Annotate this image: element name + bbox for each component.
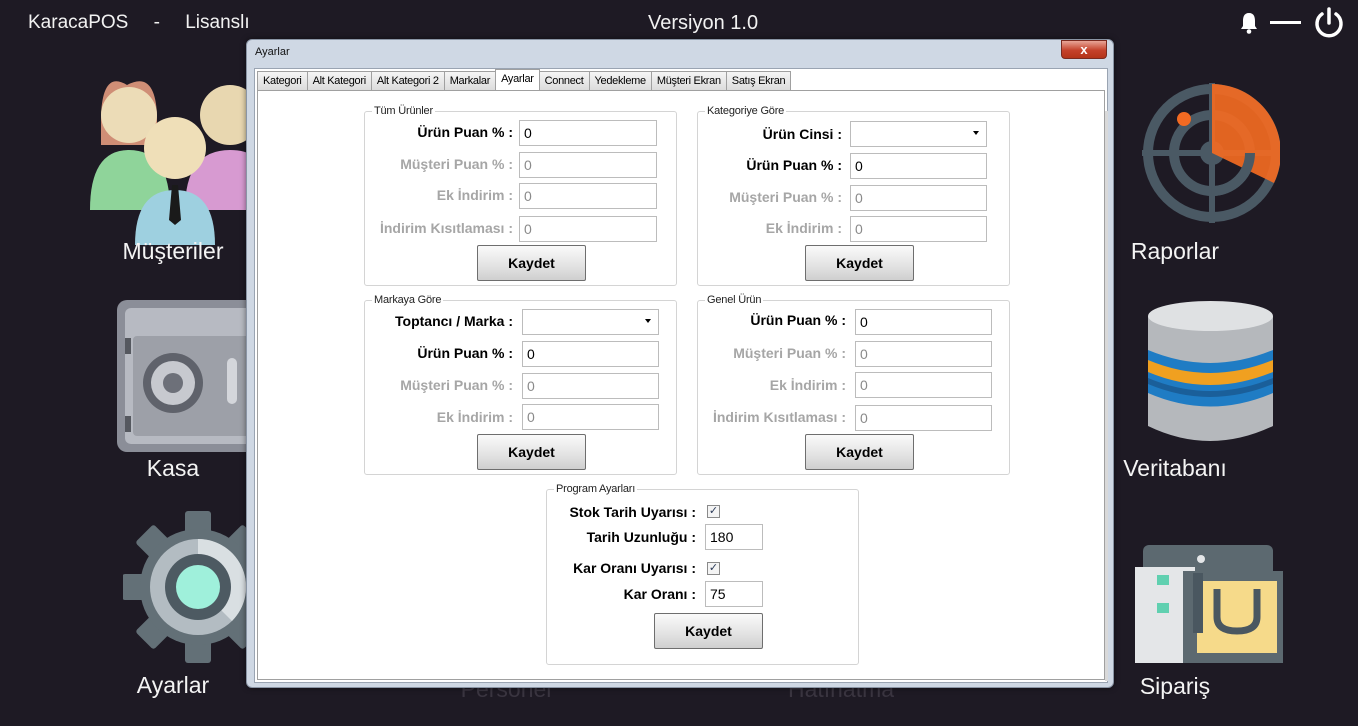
ayarlar-tab-page: Tüm Ürünler Ürün Puan % : 0 Müşteri Puan… (257, 90, 1108, 681)
ek-indirim-input[interactable]: 0 (850, 216, 987, 242)
group-markaya-gore: Markaya Göre Toptancı / Marka : Ürün Pua… (364, 294, 677, 475)
tab-alt-kategori[interactable]: Alt Kategori (306, 71, 372, 90)
window-controls (1238, 6, 1346, 45)
ek-indirim-label: Ek İndirim : (436, 187, 513, 203)
musteri-puan-label: Müşteri Puan % : (400, 377, 513, 393)
ek-indirim-label: Ek İndirim : (436, 409, 513, 425)
ek-indirim-input[interactable]: 0 (855, 372, 992, 398)
indirim-kisitlamasi-input[interactable]: 0 (855, 405, 992, 431)
settings-dialog: Ayarlar x Kategori Alt Kategori Alt Kate… (246, 39, 1114, 688)
group-title: Program Ayarları (554, 483, 638, 495)
stok-tarih-uyarisi-label: Stok Tarih Uyarısı : (569, 504, 696, 520)
musteri-puan-label: Müşteri Puan % : (400, 156, 513, 172)
tarih-uzunlugu-input[interactable]: 180 (705, 524, 763, 550)
toptanci-marka-select[interactable] (522, 309, 659, 335)
customers-icon (90, 81, 275, 245)
urun-puan-input[interactable]: 0 (855, 309, 992, 335)
ek-indirim-label: Ek İndirim : (765, 220, 842, 236)
urun-puan-input[interactable]: 0 (522, 341, 659, 367)
ek-indirim-input[interactable]: 0 (519, 183, 657, 209)
database-tile[interactable] (1110, 298, 1310, 448)
scroll-strip (1105, 111, 1108, 681)
tab-satis-ekran[interactable]: Satış Ekran (725, 71, 792, 90)
clipboard-icon (1135, 545, 1283, 663)
group-tum-urunler: Tüm Ürünler Ürün Puan % : 0 Müşteri Puan… (364, 105, 677, 286)
tab-yedekleme[interactable]: Yedekleme (588, 71, 652, 90)
check-icon: ✓ (708, 505, 719, 517)
tab-strip: Kategori Alt Kategori Alt Kategori 2 Mar… (257, 69, 792, 91)
urun-puan-input[interactable]: 0 (519, 120, 657, 146)
kar-orani-input[interactable]: 75 (705, 581, 763, 607)
stok-tarih-uyarisi-checkbox[interactable]: ✓ (707, 505, 720, 518)
kar-orani-label: Kar Oranı : (623, 586, 696, 602)
tarih-uzunlugu-label: Tarih Uzunluğu : (586, 529, 696, 545)
group-title: Markaya Göre (372, 294, 444, 306)
power-icon[interactable] (1312, 6, 1346, 45)
close-icon: x (1080, 42, 1088, 57)
version-label: Versiyon 1.0 (648, 12, 759, 34)
group-title: Genel Ürün (705, 294, 764, 306)
bell-icon[interactable] (1238, 10, 1260, 41)
urun-puan-label: Ürün Puan % : (750, 312, 846, 328)
urun-puan-label: Ürün Puan % : (417, 345, 513, 361)
musteri-puan-input[interactable]: 0 (522, 373, 659, 399)
customers-label: Müşteriler (122, 238, 224, 264)
group-program-ayarlari: Program Ayarları Stok Tarih Uyarısı : ✓ … (546, 483, 859, 665)
group-kategoriye-gore: Kategoriye Göre Ürün Cinsi : Ürün Puan %… (697, 105, 1010, 286)
indirim-kisitlamasi-label: İndirim Kısıtlaması : (379, 220, 513, 236)
kar-orani-uyarisi-label: Kar Oranı Uyarısı : (573, 560, 696, 576)
indirim-kisitlamasi-label: İndirim Kısıtlaması : (712, 409, 846, 425)
save-button[interactable]: Kaydet (477, 245, 586, 281)
indirim-kisitlamasi-input[interactable]: 0 (519, 216, 657, 242)
save-button[interactable]: Kaydet (654, 613, 763, 649)
dialog-title: Ayarlar (255, 46, 290, 58)
ek-indirim-label: Ek İndirim : (769, 377, 846, 393)
database-icon (1147, 301, 1273, 441)
settings-label: Ayarlar (136, 672, 210, 698)
musteri-puan-input[interactable]: 0 (855, 341, 992, 367)
urun-puan-label: Ürün Puan % : (746, 157, 842, 173)
minimize-icon[interactable] (1270, 10, 1302, 41)
order-tile[interactable] (1110, 545, 1310, 665)
customers-tile[interactable] (75, 75, 275, 245)
toptanci-marka-label: Toptancı / Marka : (395, 313, 513, 329)
urun-cinsi-label: Ürün Cinsi : (762, 126, 842, 142)
dialog-body: Kategori Alt Kategori Alt Kategori 2 Mar… (254, 68, 1108, 683)
urun-cinsi-select[interactable] (850, 121, 987, 147)
check-icon: ✓ (708, 562, 719, 574)
reports-tile[interactable] (1110, 80, 1310, 230)
chevron-down-icon (973, 131, 979, 135)
urun-puan-label: Ürün Puan % : (417, 124, 513, 140)
musteri-puan-label: Müşteri Puan % : (729, 189, 842, 205)
save-button[interactable]: Kaydet (805, 245, 914, 281)
musteri-puan-input[interactable]: 0 (850, 185, 987, 211)
tab-kategori[interactable]: Kategori (257, 71, 308, 90)
kar-orani-uyarisi-checkbox[interactable]: ✓ (707, 562, 720, 575)
cash-label: Kasa (146, 455, 200, 481)
app-name: KaracaPOS (28, 12, 129, 33)
chevron-down-icon (645, 319, 651, 323)
group-genel-urun: Genel Ürün Ürün Puan % : 0 Müşteri Puan … (697, 294, 1010, 475)
tab-markalar[interactable]: Markalar (443, 71, 497, 90)
group-title: Kategoriye Göre (705, 105, 787, 117)
musteri-puan-input[interactable]: 0 (519, 152, 657, 178)
license-status: Lisanslı (185, 12, 250, 33)
tab-musteri-ekran[interactable]: Müşteri Ekran (650, 71, 727, 90)
radar-icon (1142, 83, 1282, 223)
tab-connect[interactable]: Connect (538, 71, 590, 90)
urun-puan-input[interactable]: 0 (850, 153, 987, 179)
group-title: Tüm Ürünler (372, 105, 435, 117)
musteri-puan-label: Müşteri Puan % : (733, 345, 846, 361)
app-title-bar: KaracaPOS - Lisanslı (28, 12, 270, 34)
ek-indirim-input[interactable]: 0 (522, 404, 659, 430)
save-button[interactable]: Kaydet (477, 434, 586, 470)
tab-alt-kategori-2[interactable]: Alt Kategori 2 (370, 71, 445, 90)
title-separator: - (153, 12, 160, 33)
save-button[interactable]: Kaydet (805, 434, 914, 470)
tab-ayarlar[interactable]: Ayarlar (495, 69, 540, 90)
close-button[interactable]: x (1061, 40, 1107, 59)
